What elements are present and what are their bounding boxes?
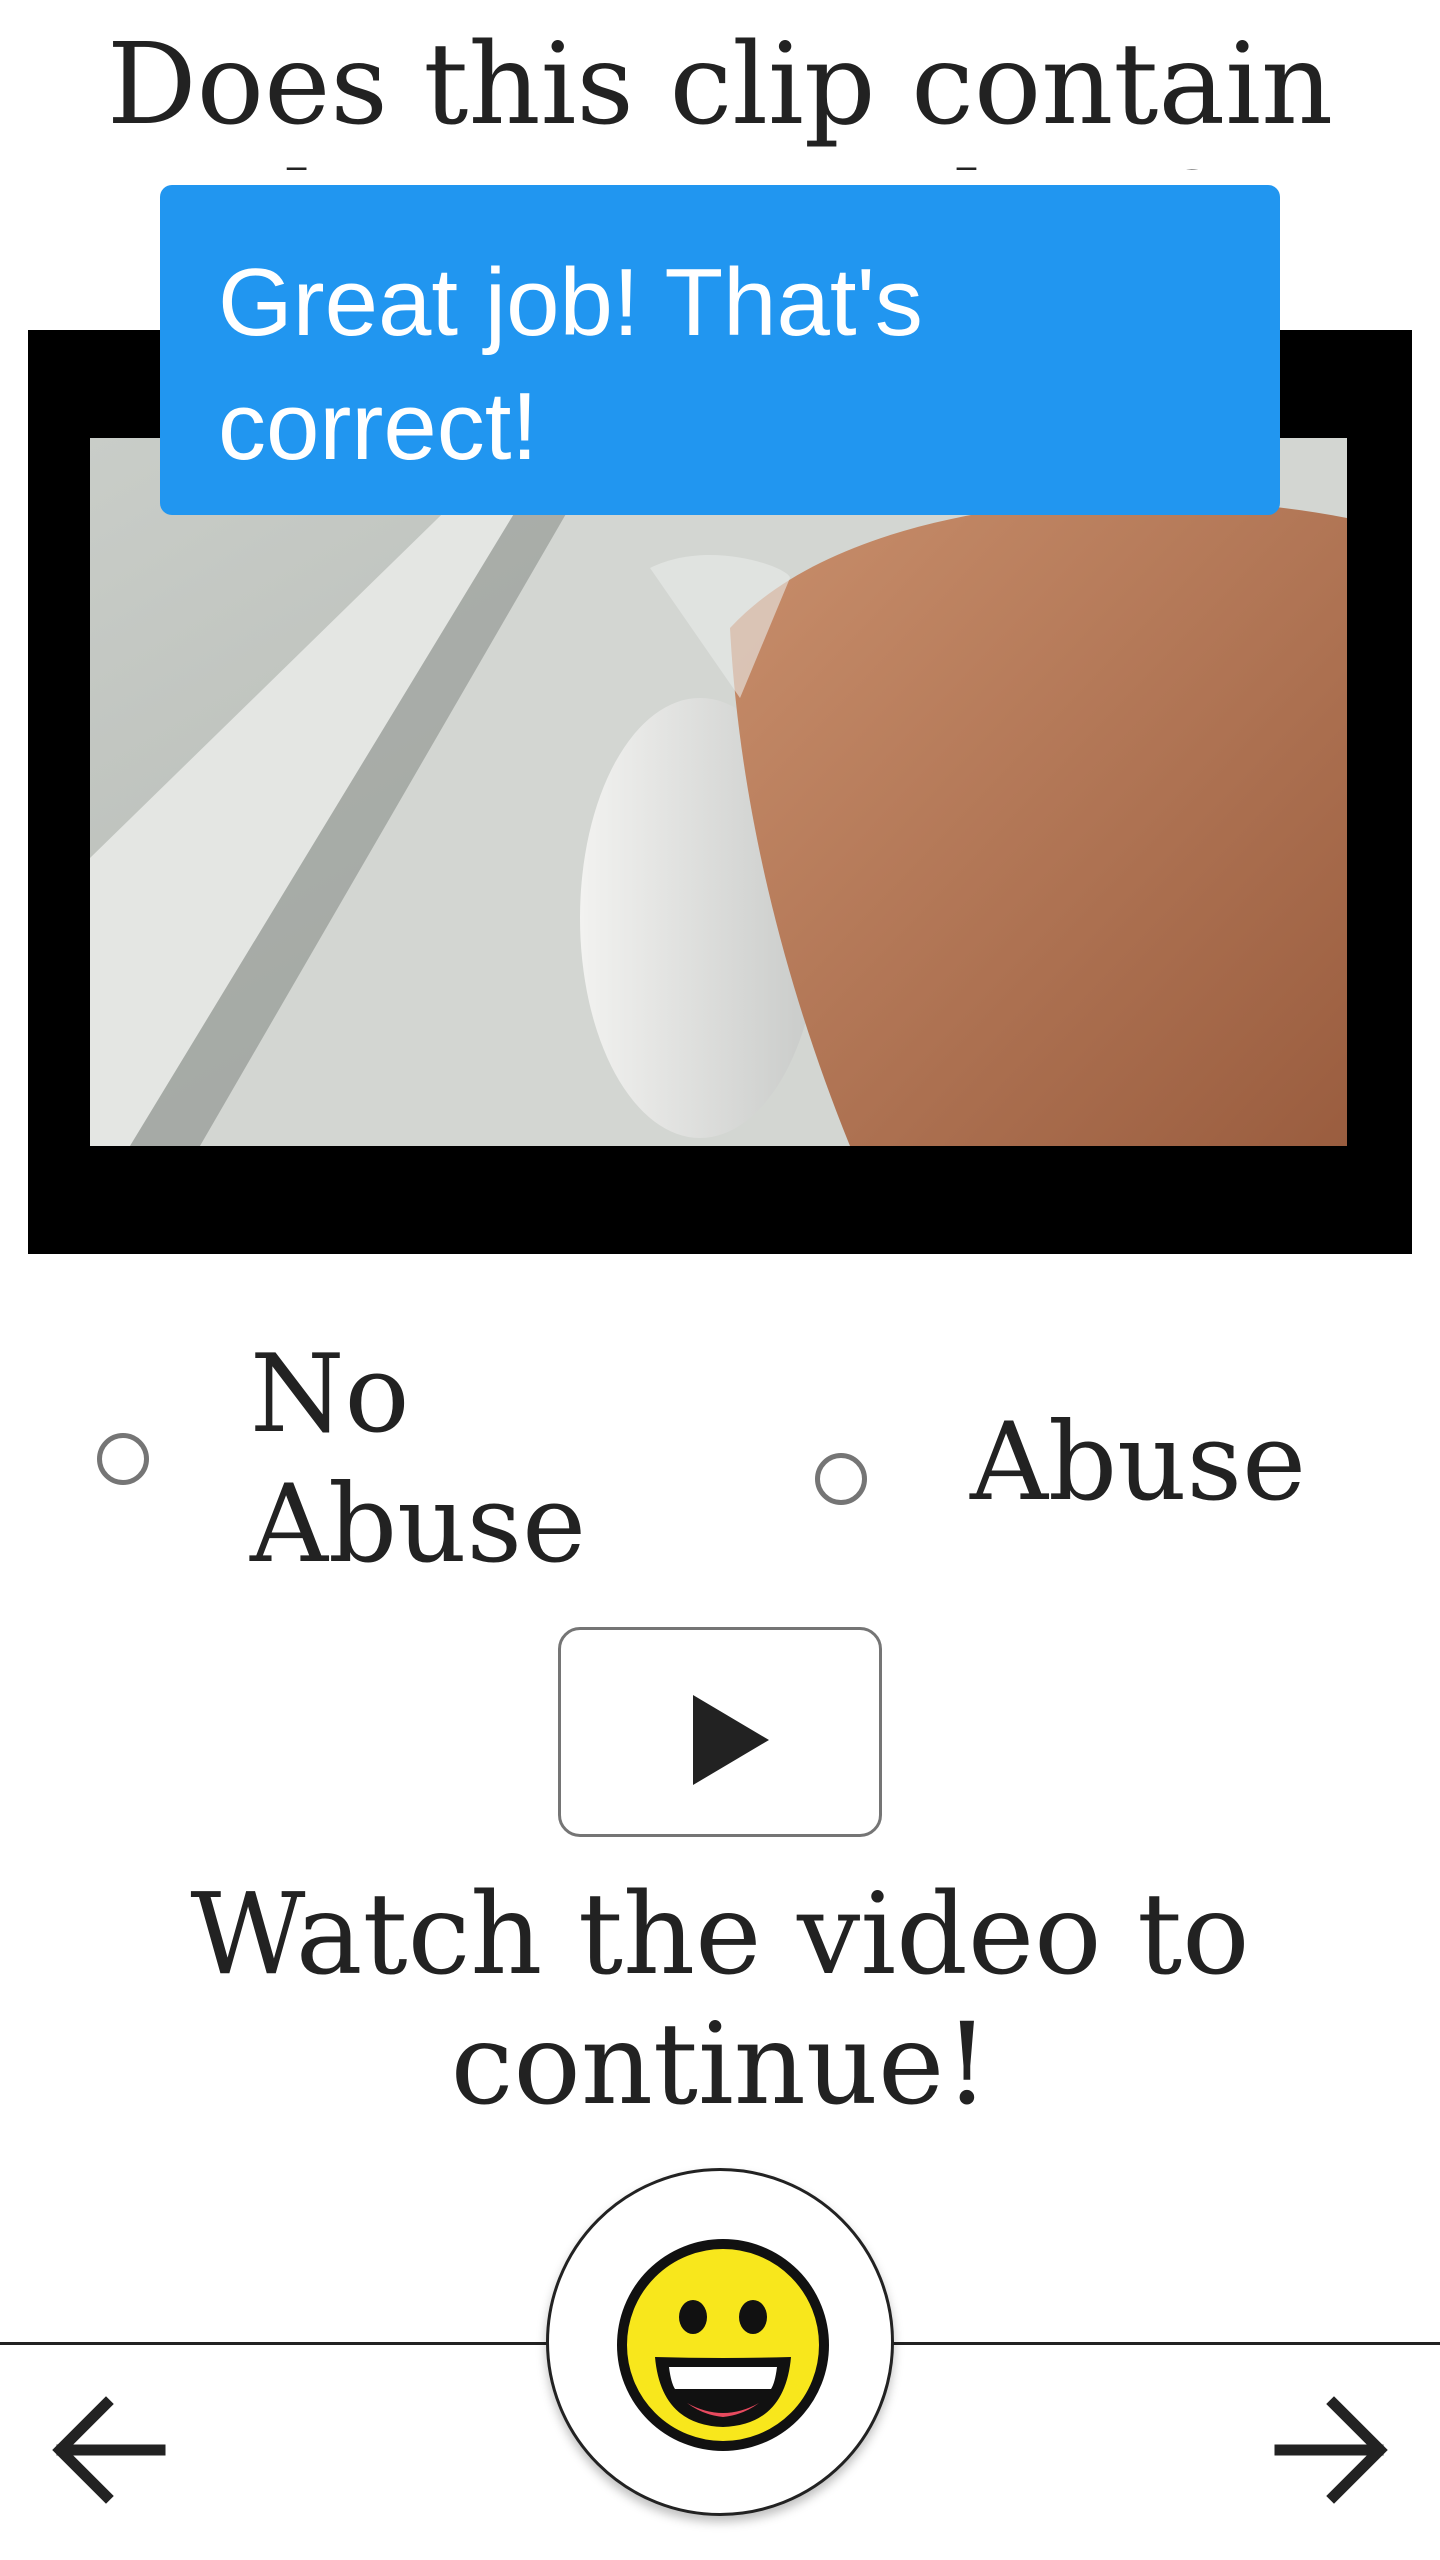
next-button[interactable] xyxy=(1270,2390,1390,2510)
radio-no-abuse[interactable] xyxy=(97,1433,149,1485)
choice-no-abuse[interactable]: No Abuse xyxy=(0,1320,700,1600)
choice-label-abuse: Abuse xyxy=(970,1400,1307,1525)
question-title: Does this clip contain abuse or neglect? xyxy=(106,20,1334,170)
arrow-left-icon xyxy=(52,2396,166,2504)
grinning-face-icon xyxy=(617,2239,829,2451)
emoji-button[interactable] xyxy=(546,2168,894,2516)
watch-video-message: Watch the video to continue! xyxy=(190,1870,1250,2130)
play-button[interactable] xyxy=(558,1627,882,1837)
radio-abuse[interactable] xyxy=(815,1453,867,1505)
choice-abuse[interactable]: Abuse xyxy=(720,1320,1420,1600)
feedback-message: Great job! That's correct! xyxy=(218,249,923,480)
choice-label-no-abuse: No Abuse xyxy=(250,1332,587,1587)
back-button[interactable] xyxy=(50,2390,170,2510)
video-thumbnail xyxy=(90,438,1347,1146)
play-icon xyxy=(693,1695,769,1785)
arrow-right-icon xyxy=(1274,2396,1388,2504)
feedback-toast: Great job! That's correct! xyxy=(160,185,1280,515)
